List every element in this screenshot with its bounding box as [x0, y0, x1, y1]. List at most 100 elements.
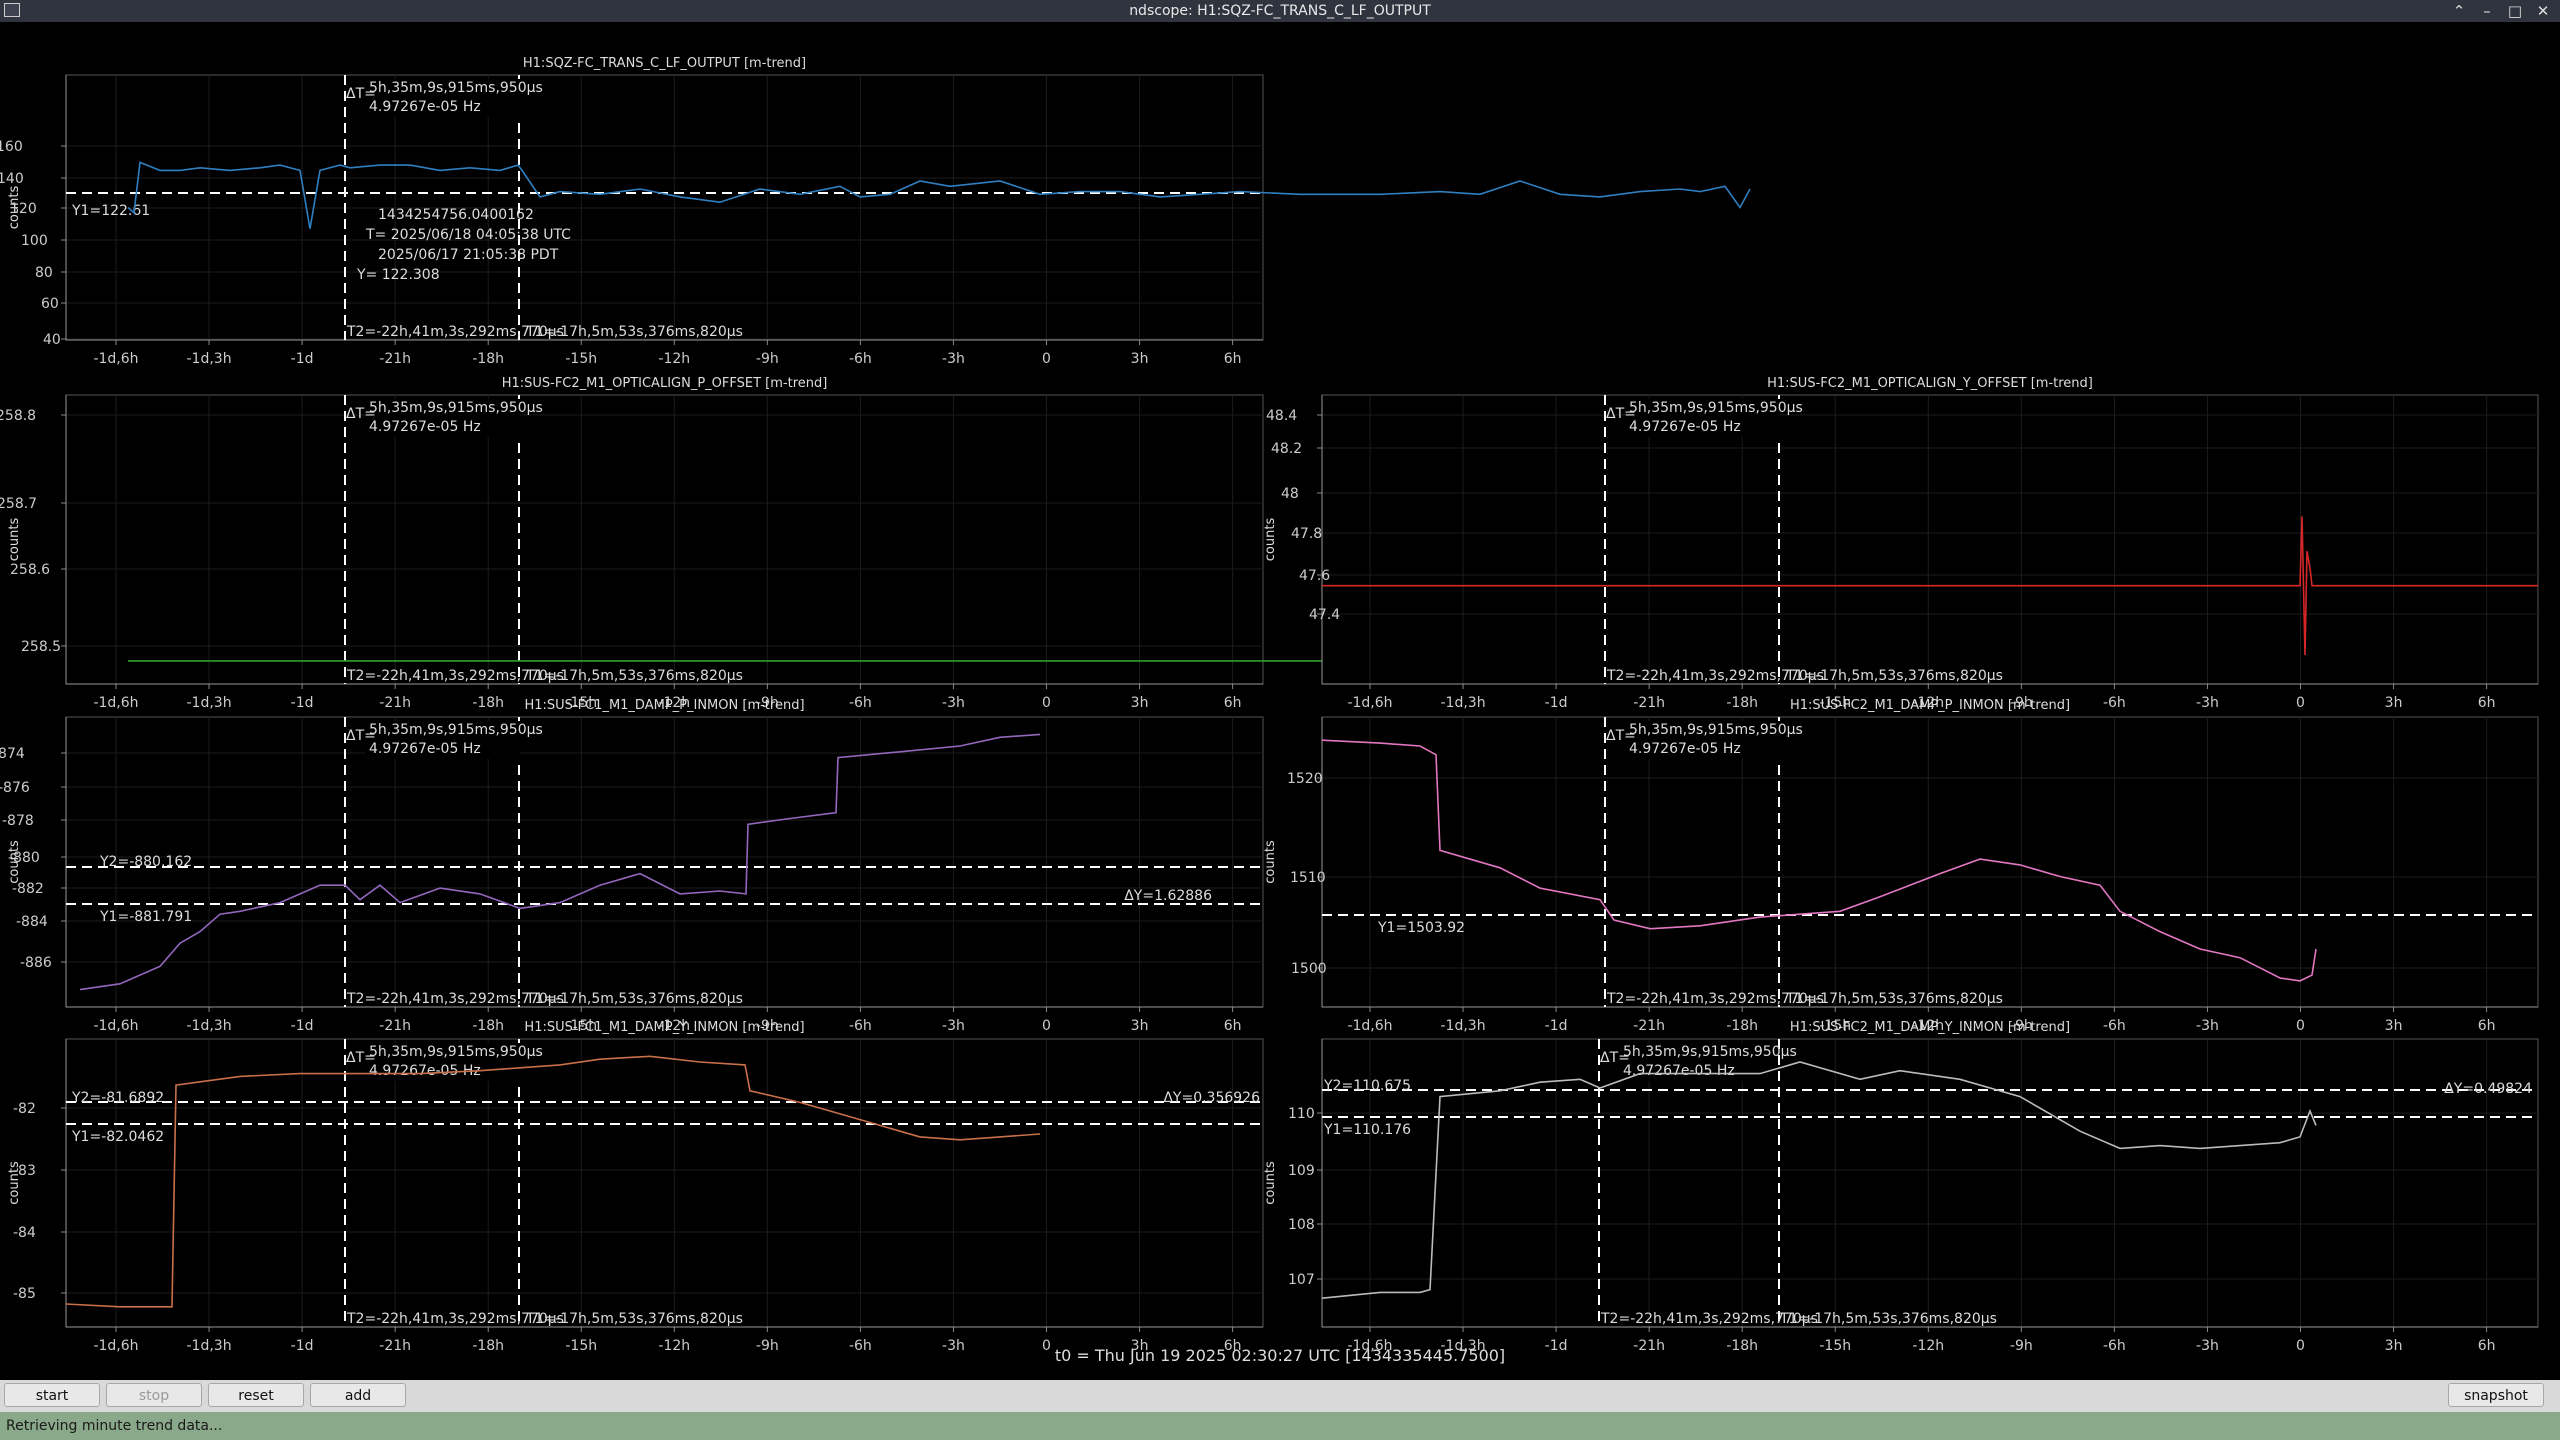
y-tick-label: -85 [13, 1286, 36, 1302]
y-tick-label: 258.6 [10, 562, 50, 578]
x-tick-label: 0 [2296, 1338, 2305, 1354]
delta-t-value: 5h,35m,9s,915ms,950µs [369, 722, 543, 738]
plot-fc1-damp-p[interactable]: H1:SUS-FC1_M1_DAMP_P_INMON [m-trend] cou… [0, 698, 1264, 1034]
x-tick-label: -6h [849, 695, 872, 711]
stop-online-button[interactable]: stop online [106, 1383, 202, 1428]
x-tick-label: -3h [2196, 1338, 2219, 1354]
x-tick-label: 0 [1042, 1018, 1051, 1034]
t0-label: t0 = Thu Jun 19 2025 02:30:27 UTC [14343… [1055, 1346, 1505, 1365]
plot-frame [1317, 716, 2539, 1012]
plot-area[interactable]: H1:SQZ-FC_TRANS_C_LF_OUTPUT [m-trend] co… [0, 22, 2560, 1380]
y1-cursor-label: Y1=-881.791 [99, 909, 192, 925]
t1-cursor-label: T1=-17h,5m,53s,376ms,820µs [525, 324, 743, 340]
x-tick-label: 0 [1042, 1338, 1051, 1354]
x-tick-label: -6h [849, 1018, 872, 1034]
x-tick-label: 3h [1131, 695, 1149, 711]
x-tick-label: 6h [1224, 1018, 1242, 1034]
x-tick-label: -1d [1545, 695, 1568, 711]
x-tick-label: -1d,6h [93, 351, 138, 367]
y2-cursor-label: Y2=-880.162 [99, 854, 192, 870]
x-tick-label: 3h [2385, 1338, 2403, 1354]
x-tick-label: 0 [1042, 351, 1051, 367]
add-channels-button[interactable]: add channels [310, 1383, 406, 1428]
x-tick-label: -21h [379, 1018, 411, 1034]
plot-title: H1:SUS-FC1_M1_DAMP_Y_INMON [m-trend] [524, 1020, 804, 1035]
x-tick-label: 3h [2385, 695, 2403, 711]
delta-t-value: 5h,35m,9s,915ms,950µs [369, 80, 543, 96]
x-tick-label: -3h [942, 695, 965, 711]
y-tick-label: 107 [1288, 1272, 1315, 1288]
plot-fc2-damp-p[interactable]: H1:SUS-FC2_M1_DAMP_P_INMON [m-trend] cou… [1263, 698, 2539, 1034]
x-tick-label: -1d [291, 1338, 314, 1354]
x-tick-label: -1d [291, 1018, 314, 1034]
y-tick-label: 108 [1288, 1217, 1315, 1233]
y-tick-label: 47.8 [1291, 526, 1322, 542]
plot-title: H1:SUS-FC1_M1_DAMP_P_INMON [m-trend] [524, 698, 804, 713]
x-tick-label: 6h [1224, 351, 1242, 367]
point-utc-time: T= 2025/06/18 04:05:38 UTC [365, 227, 571, 243]
y-axis-label: counts [1263, 1161, 1278, 1205]
x-tick-label: -3h [942, 351, 965, 367]
plot-sqz-fc-trans[interactable]: H1:SQZ-FC_TRANS_C_LF_OUTPUT [m-trend] co… [0, 56, 1751, 367]
delta-t-frequency: 4.97267e-05 Hz [1629, 419, 1741, 435]
x-tick-label: -21h [1633, 695, 1665, 711]
y-tick-label: -876 [0, 780, 30, 796]
window-controls: ⌃ – □ ✕ [2450, 0, 2552, 22]
x-tick-label: -1d,3h [187, 1338, 232, 1354]
minimize-icon[interactable]: – [2478, 0, 2496, 22]
status-bar: Retrieving minute trend data... [0, 1412, 2560, 1440]
y-axis-label: counts [1263, 840, 1278, 884]
x-tick-labels: -1d,6h -1d,3h -1d -21h -18h -15h -12h -9… [1347, 1338, 2495, 1354]
plot-background [65, 394, 1264, 685]
delta-t-value: 5h,35m,9s,915ms,950µs [1623, 1044, 1797, 1060]
x-tick-label: -15h [1819, 1338, 1851, 1354]
y1-cursor-label: Y1=-82.0462 [71, 1129, 164, 1145]
y-tick-label: 120 [10, 201, 37, 217]
y-tick-label: 100 [21, 233, 48, 249]
delta-t-value: 5h,35m,9s,915ms,950µs [1629, 722, 1803, 738]
plot-title: H1:SUS-FC2_M1_OPTICALIGN_Y_OFFSET [m-tre… [1767, 376, 2093, 391]
plot-fc2-opticalign-y[interactable]: H1:SUS-FC2_M1_OPTICALIGN_Y_OFFSET [m-tre… [1263, 376, 2539, 711]
y-tick-label: 48 [1281, 486, 1299, 502]
x-tick-label: -18h [1726, 1018, 1758, 1034]
plot-title: H1:SUS-FC2_M1_OPTICALIGN_P_OFFSET [m-tre… [502, 376, 828, 391]
plot-frame [61, 74, 1264, 345]
delta-t-frequency: 4.97267e-05 Hz [1623, 1063, 1735, 1079]
x-tick-label: -15h [565, 1338, 597, 1354]
plot-fc1-damp-y[interactable]: H1:SUS-FC1_M1_DAMP_Y_INMON [m-trend] cou… [7, 1020, 1264, 1354]
delta-t-frequency: 4.97267e-05 Hz [369, 419, 481, 435]
y-tick-label: 48.4 [1266, 408, 1297, 424]
x-tick-label: -9h [756, 1338, 779, 1354]
x-tick-label: -1d,3h [187, 351, 232, 367]
plot-background [65, 1038, 1264, 1328]
delta-y-label: ΔY=0.49824 [2444, 1081, 2532, 1097]
delta-t-value: 5h,35m,9s,915ms,950µs [1629, 400, 1803, 416]
bottom-toolbar: start online stop online reset add chann… [0, 1380, 2560, 1428]
plot-background [1321, 1038, 2539, 1328]
snapshot-button[interactable]: snapshot [2448, 1383, 2544, 1407]
x-tick-label: -3h [942, 1338, 965, 1354]
y-tick-label: -884 [16, 914, 48, 930]
reset-button[interactable]: reset [208, 1383, 304, 1407]
x-tick-label: -1d,6h [93, 1018, 138, 1034]
plot-fc2-damp-y[interactable]: H1:SUS-FC2_M1_DAMP_Y_INMON [m-trend] cou… [1263, 1020, 2539, 1354]
x-tick-label: -6h [2103, 695, 2126, 711]
shade-icon[interactable]: ⌃ [2450, 0, 2468, 22]
x-tick-label: 6h [1224, 695, 1242, 711]
close-icon[interactable]: ✕ [2534, 0, 2552, 22]
start-online-button[interactable]: start online [4, 1383, 100, 1428]
plot-frame [61, 394, 1264, 689]
x-tick-label: -1d [1545, 1018, 1568, 1034]
x-tick-label: -9h [2010, 1338, 2033, 1354]
plot-background [1321, 394, 2539, 685]
maximize-icon[interactable]: □ [2506, 0, 2524, 22]
y2-cursor-label: Y2=110.675 [1323, 1078, 1411, 1094]
plot-frame [61, 1038, 1264, 1332]
y-tick-label: 40 [43, 332, 61, 348]
y-tick-label: 1500 [1291, 961, 1327, 977]
delta-t-frequency: 4.97267e-05 Hz [369, 99, 481, 115]
y2-cursor-label: Y2=-81.6892 [71, 1090, 164, 1106]
x-tick-label: 0 [2296, 695, 2305, 711]
plot-background [1321, 716, 2539, 1008]
y-tick-label: 1520 [1287, 771, 1323, 787]
